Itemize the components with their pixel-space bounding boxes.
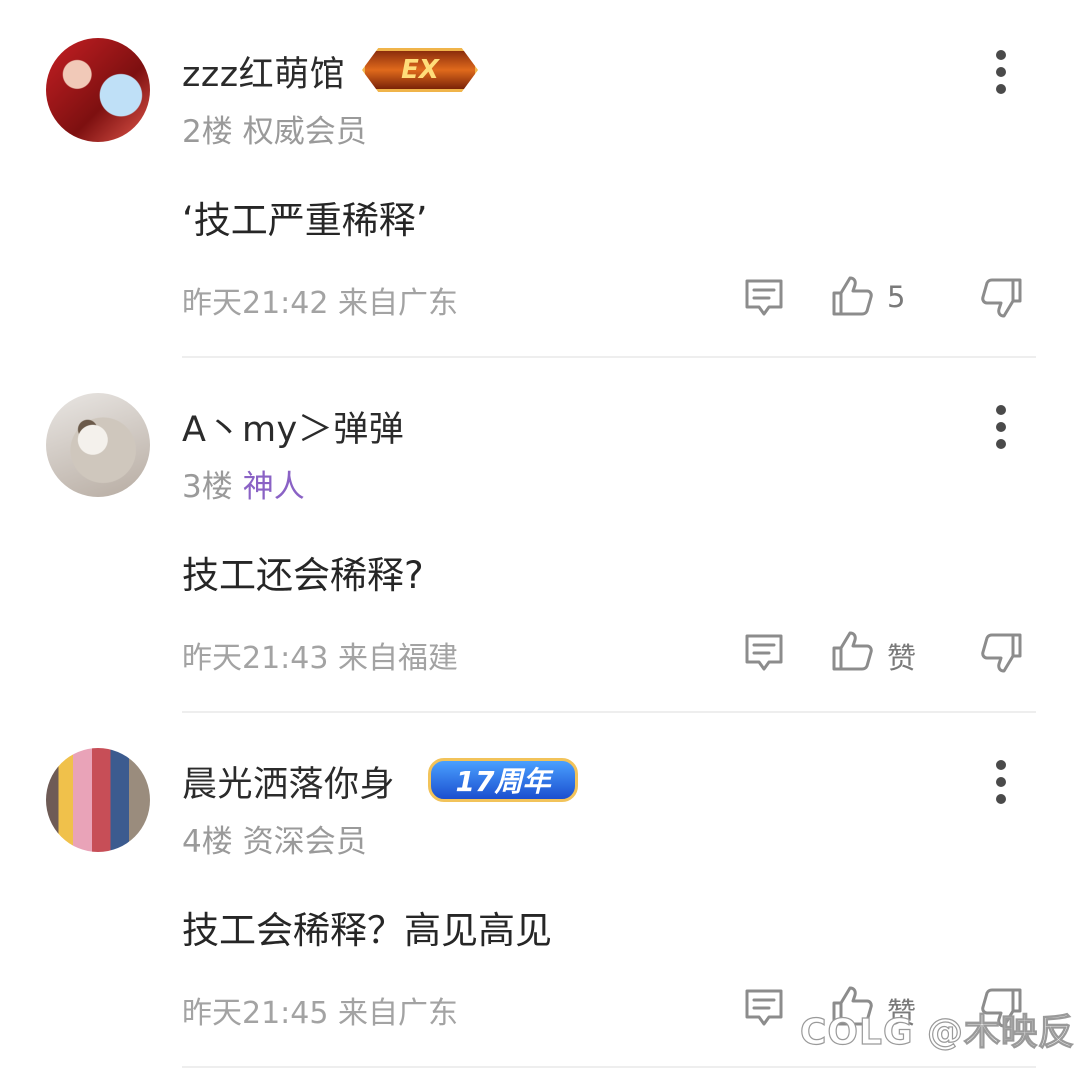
divider [182, 1066, 1036, 1068]
anniversary-badge: 17周年 [428, 758, 578, 802]
floor-number: 4楼 [182, 824, 233, 860]
floor-number: 2楼 [182, 114, 233, 150]
comment-content: 技工还会稀释? [182, 554, 424, 597]
thumbs-down-icon[interactable] [980, 276, 1024, 320]
more-menu-icon[interactable] [990, 50, 1012, 94]
floor-meta: 4楼 资深会员 [182, 816, 367, 861]
floor-number: 3楼 [182, 469, 233, 505]
member-title: 神人 [242, 469, 305, 505]
member-title: 权威会员 [242, 114, 367, 150]
user-avatar[interactable] [46, 393, 150, 497]
floor-meta: 3楼 神人 [182, 461, 305, 506]
user-avatar[interactable] [46, 748, 150, 852]
comment-content: 技工会稀释？高见高见 [182, 909, 552, 952]
thumbs-up-icon[interactable] [830, 274, 874, 318]
more-menu-icon[interactable] [990, 760, 1012, 804]
reply-icon[interactable] [742, 986, 786, 1030]
comment-item: zzz红萌馆 EX 2楼 权威会员 ‘技工严重稀释’ 昨天21:42 来自广东 5 [0, 0, 1080, 358]
like-count: 5 [887, 280, 906, 314]
user-level-badge: EX [362, 48, 478, 92]
time-location: 昨天21:45 来自广东 [182, 996, 458, 1031]
user-avatar[interactable] [46, 38, 150, 142]
floor-meta: 2楼 权威会员 [182, 106, 367, 151]
watermark: COLG @木映反 [799, 1011, 1076, 1053]
time-location: 昨天21:43 来自福建 [182, 641, 458, 676]
thumbs-up-icon[interactable] [830, 629, 874, 673]
comment-item: A丶my＞弹弹 3楼 神人 技工还会稀释? 昨天21:43 来自福建 赞 [0, 355, 1080, 713]
username[interactable]: zzz红萌馆 [182, 46, 345, 97]
comment-content: ‘技工严重稀释’ [182, 199, 428, 242]
thumbs-down-icon[interactable] [980, 631, 1024, 675]
reply-icon[interactable] [742, 276, 786, 320]
reply-icon[interactable] [742, 631, 786, 675]
time-location: 昨天21:42 来自广东 [182, 286, 458, 321]
member-title: 资深会员 [242, 824, 367, 860]
more-menu-icon[interactable] [990, 405, 1012, 449]
username[interactable]: 晨光洒落你身 [182, 756, 395, 807]
like-count: 赞 [887, 641, 917, 675]
username[interactable]: A丶my＞弹弹 [182, 401, 404, 452]
